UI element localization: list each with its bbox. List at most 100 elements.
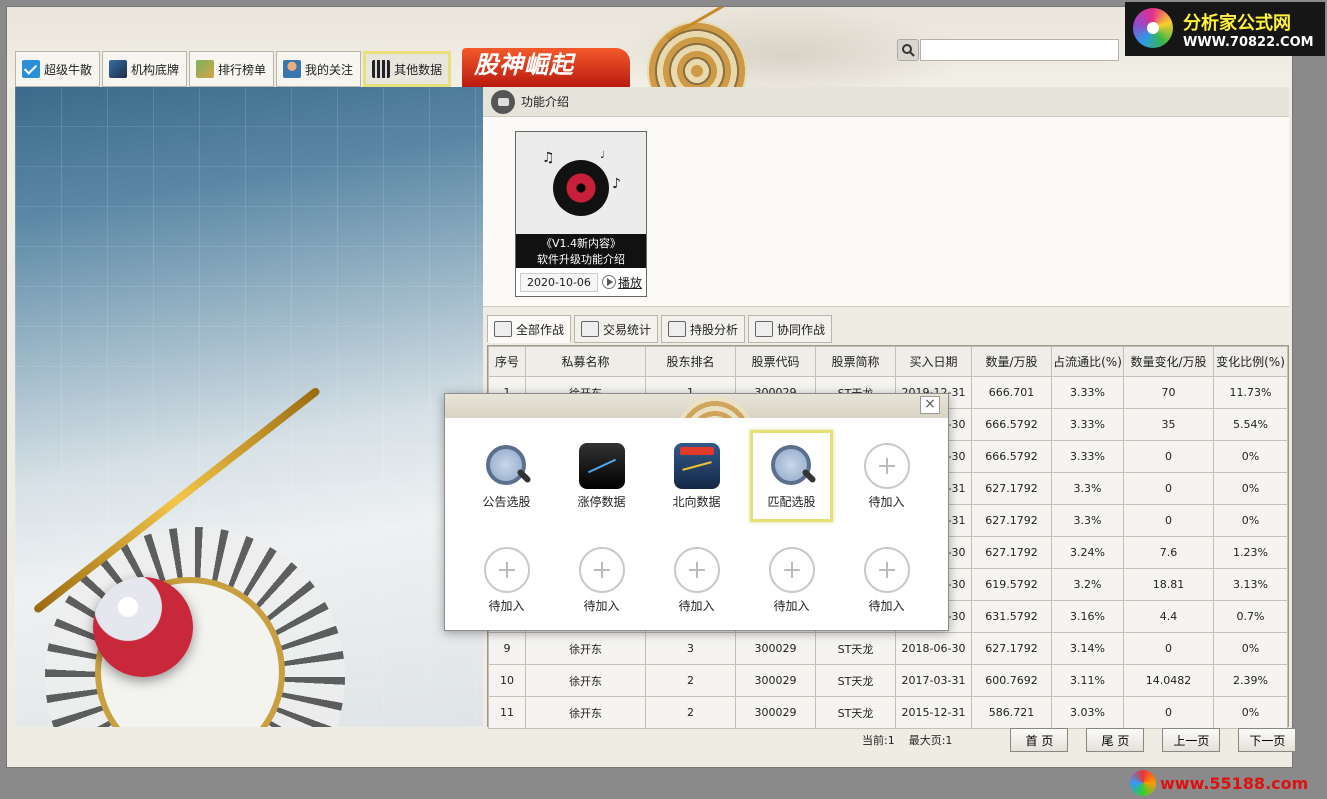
- tab-label: 机构底牌: [131, 62, 180, 77]
- play-button[interactable]: 播放: [601, 274, 642, 291]
- video-caption-line1: 《V1.4新内容》: [540, 237, 622, 250]
- table-cell: 627.1792: [971, 472, 1052, 505]
- col-header[interactable]: 股票代码: [735, 346, 816, 377]
- feature-header: 功能介绍: [483, 87, 1289, 117]
- tab-super-investors[interactable]: 超级牛散: [15, 51, 101, 87]
- popup-item[interactable]: 待加入: [744, 532, 839, 628]
- popup-item[interactable]: 待加入: [459, 532, 554, 628]
- search-input[interactable]: [920, 39, 1119, 61]
- table-cell: 7.6: [1123, 536, 1214, 569]
- user-icon: [283, 60, 302, 78]
- subtab-label: 交易统计: [603, 322, 652, 337]
- popup-item[interactable]: 待加入: [649, 532, 744, 628]
- table-cell: 0: [1123, 696, 1214, 729]
- plus-icon: [483, 546, 530, 593]
- plus-icon: [863, 546, 910, 593]
- tab-other-data[interactable]: 其他数据: [363, 51, 452, 87]
- popup-item[interactable]: 北向数据: [649, 428, 744, 524]
- table-cell: 徐开东: [525, 664, 646, 697]
- table-cell: 3.3%: [1051, 504, 1124, 537]
- chart-icon: [109, 60, 128, 78]
- magnifier-chart-icon: [484, 443, 530, 489]
- table-cell: 0%: [1213, 632, 1288, 665]
- table-cell: 3.13%: [1213, 568, 1288, 601]
- popup-item[interactable]: 涨停数据: [554, 428, 649, 524]
- table-cell: 10: [488, 664, 526, 697]
- col-header[interactable]: 变化比例(%): [1213, 346, 1288, 377]
- tab-rankings[interactable]: 排行榜单: [189, 51, 275, 87]
- col-header[interactable]: 数量变化/万股: [1123, 346, 1214, 377]
- stats-icon: [581, 321, 600, 337]
- tab-label: 超级牛散: [44, 62, 93, 77]
- feature-area: ♫ ♪ ♩ 《V1.4新内容》 软件升级功能介绍 2020-10-06 播放: [483, 117, 1289, 307]
- close-button[interactable]: ×: [920, 396, 940, 414]
- subtab-joint-operations[interactable]: 协同作战: [748, 315, 833, 343]
- table-cell: 2: [645, 664, 736, 697]
- subtab-label: 协同作战: [777, 322, 826, 337]
- table-cell: 14.0482: [1123, 664, 1214, 697]
- table-cell: 2: [645, 696, 736, 729]
- watermark-logo-top: 分析家公式网 WWW.70822.COM: [1125, 2, 1325, 56]
- table-cell: 300029: [735, 696, 816, 729]
- page-info: 当前:1 最大页:1: [862, 732, 952, 748]
- popup-item-label: 待加入: [868, 494, 905, 509]
- film-icon: [372, 60, 391, 78]
- feature-header-label: 功能介绍: [521, 95, 570, 109]
- plus-icon: [578, 546, 625, 593]
- subtab-holding-analysis[interactable]: 持股分析: [661, 315, 746, 343]
- table-cell: 3.24%: [1051, 536, 1124, 569]
- table-cell: 3.33%: [1051, 440, 1124, 473]
- pagination: 当前:1 最大页:1 首 页 尾 页 上一页 下一页: [862, 728, 1297, 752]
- col-header[interactable]: 数量/万股: [971, 346, 1052, 377]
- watermark-title: 分析家公式网: [1183, 12, 1291, 34]
- table-cell: 3.14%: [1051, 632, 1124, 665]
- popup-item[interactable]: 待加入: [839, 428, 934, 524]
- col-header[interactable]: 占流通比(%): [1051, 346, 1124, 377]
- table-cell: 627.1792: [971, 504, 1052, 537]
- last-page-button[interactable]: 尾 页: [1086, 728, 1145, 752]
- tab-my-watchlist[interactable]: 我的关注: [276, 51, 362, 87]
- next-page-button[interactable]: 下一页: [1238, 728, 1297, 752]
- subtab-trade-stats[interactable]: 交易统计: [574, 315, 659, 343]
- table-cell: 18.81: [1123, 568, 1214, 601]
- tab-institution-holdings[interactable]: 机构底牌: [102, 51, 188, 87]
- table-row[interactable]: 11 徐开东 2 300029 ST天龙 2015-12-31 586.721 3.03% 0 0…: [488, 696, 1288, 729]
- col-header[interactable]: 买入日期: [895, 346, 972, 377]
- play-label: 播放: [617, 275, 642, 290]
- popup-item-label: 涨停数据: [577, 494, 626, 509]
- video-caption: 《V1.4新内容》 软件升级功能介绍: [516, 234, 646, 268]
- northbound-chart-icon: [673, 442, 720, 489]
- grid-icon: [494, 321, 512, 337]
- table-cell: 3.33%: [1051, 408, 1124, 441]
- table-cell: 586.721: [971, 696, 1052, 729]
- table-cell: 0%: [1213, 472, 1288, 505]
- popup-item[interactable]: 匹配选股: [750, 430, 833, 522]
- col-header[interactable]: 私募名称: [525, 346, 646, 377]
- play-icon: [601, 275, 616, 289]
- col-header[interactable]: 序号: [488, 346, 526, 377]
- magnifier-chart-icon: [769, 443, 815, 489]
- col-header[interactable]: 股票简称: [815, 346, 896, 377]
- table-cell: 3.03%: [1051, 696, 1124, 729]
- subtab-all-operations[interactable]: 全部作战: [487, 315, 572, 343]
- table-row[interactable]: 10 徐开东 2 300029 ST天龙 2017-03-31 600.7692 3.11% 1…: [488, 664, 1288, 697]
- popup-item[interactable]: 公告选股: [459, 428, 554, 524]
- popup-item[interactable]: 待加入: [839, 532, 934, 628]
- table-cell: 11.73%: [1213, 376, 1288, 409]
- col-header[interactable]: 股东排名: [645, 346, 736, 377]
- popup-grid: 公告选股 涨停数据 北向数据 匹配选股 待加入 待加入 待加入 待加入 待加入 待加入: [445, 428, 950, 628]
- search-button[interactable]: [897, 39, 919, 61]
- app-window: 超级牛散 机构底牌 排行榜单 我的关注 其他数据 股神崛起 www.55188.…: [6, 6, 1293, 768]
- video-thumbnail[interactable]: ♫ ♪ ♩: [516, 132, 646, 234]
- table-cell: 0%: [1213, 440, 1288, 473]
- table-cell: 0: [1123, 472, 1214, 505]
- table-row[interactable]: 9 徐开东 3 300029 ST天龙 2018-06-30 627.1792 3.14% 0 0…: [488, 632, 1288, 665]
- popup-item[interactable]: 待加入: [554, 532, 649, 628]
- prev-page-button[interactable]: 上一页: [1162, 728, 1221, 752]
- popup-item-label: 公告选股: [482, 494, 531, 509]
- popup-item-label: 匹配选股: [767, 494, 816, 509]
- video-card[interactable]: ♫ ♪ ♩ 《V1.4新内容》 软件升级功能介绍 2020-10-06 播放: [515, 131, 647, 297]
- first-page-button[interactable]: 首 页: [1010, 728, 1069, 752]
- max-page: 最大页:1: [908, 734, 953, 747]
- table-cell: 3: [645, 632, 736, 665]
